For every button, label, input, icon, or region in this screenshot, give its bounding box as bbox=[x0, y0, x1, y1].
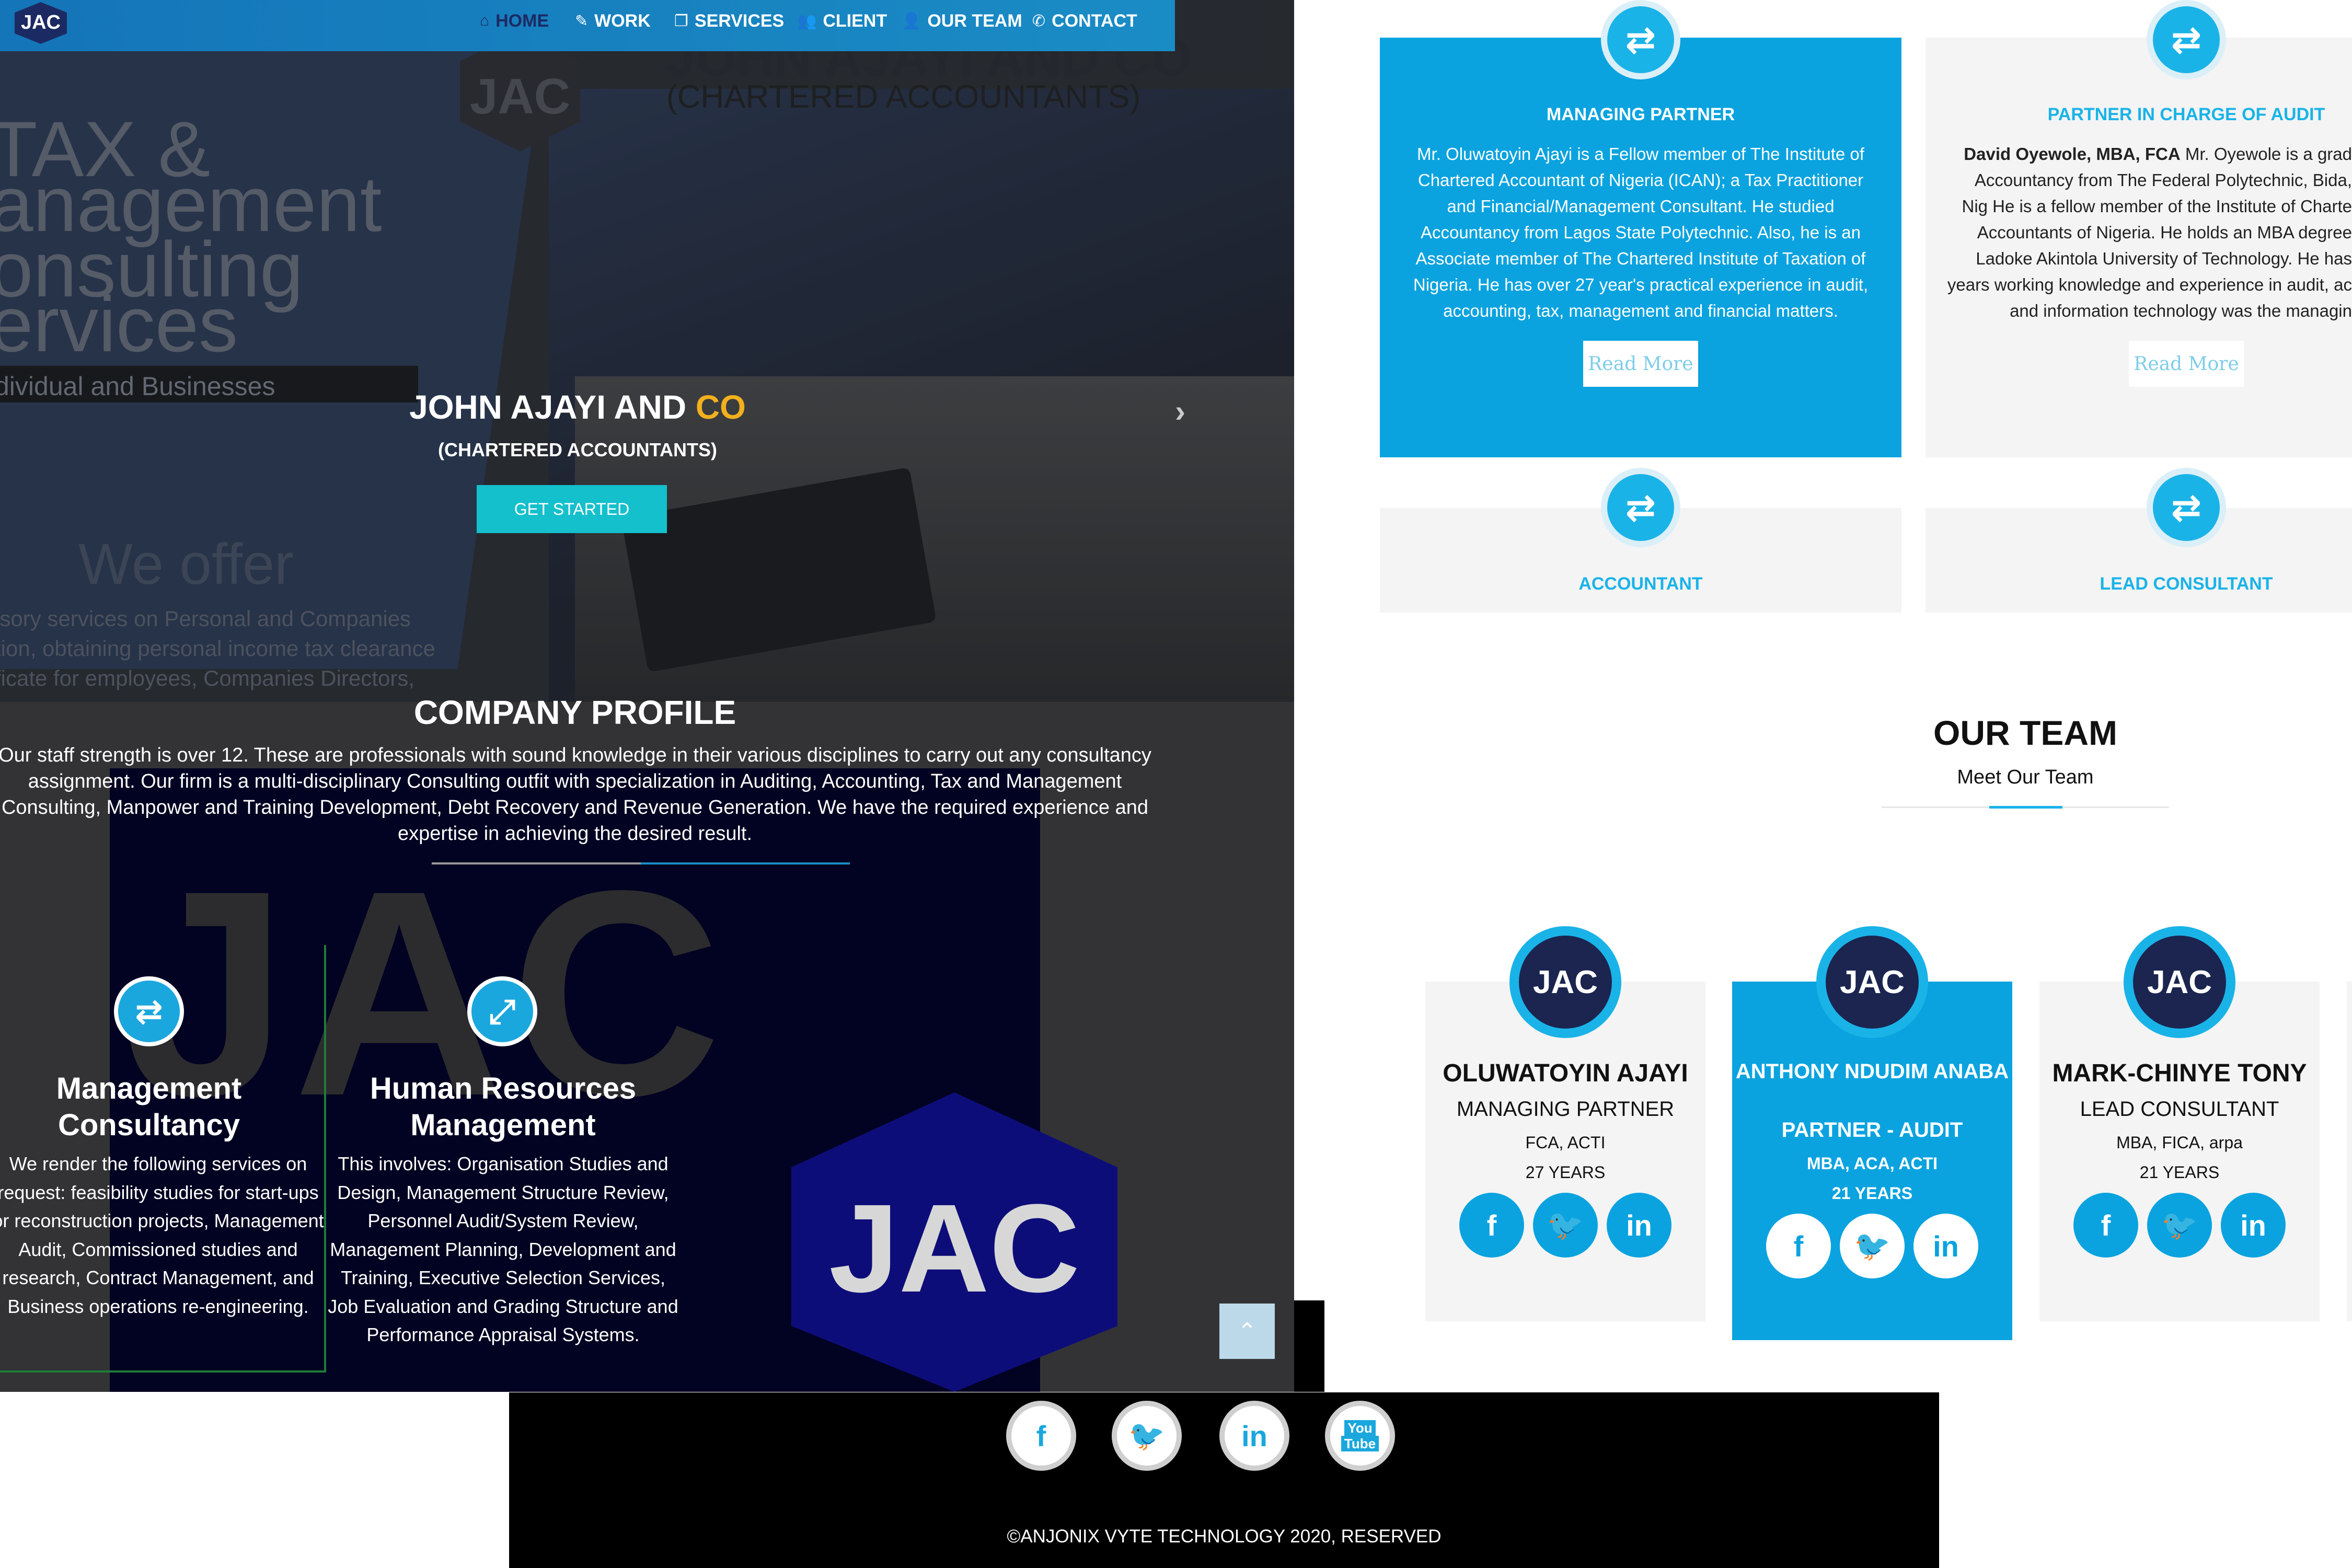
team-member-years: 27 YEARS bbox=[1525, 1163, 1606, 1182]
team-member-name: OLUWATOYIN AJAYI bbox=[1443, 1059, 1688, 1087]
scroll-top-backdrop bbox=[1294, 1300, 1324, 1392]
service-title: Management Consultancy bbox=[56, 1071, 242, 1142]
carousel-next-icon[interactable]: › bbox=[1175, 393, 1185, 429]
team-member-role: PARTNER - AUDIT bbox=[1781, 1119, 1963, 1142]
nav-work[interactable]: ✎ WORK bbox=[575, 5, 651, 37]
team-member-role: LEAD CONSULTANT bbox=[2080, 1098, 2279, 1121]
linkedin-icon[interactable]: in bbox=[1913, 1214, 1978, 1278]
home-icon: ⌂ bbox=[480, 12, 490, 29]
read-more-button[interactable]: Read More bbox=[1583, 341, 1698, 387]
partner-bio: Mr. Oyewole is a grad Accountancy from T… bbox=[1947, 144, 2352, 320]
partner-card-title: PARTNER IN CHARGE OF AUDIT bbox=[2047, 105, 2325, 124]
nav-home[interactable]: ⌂ HOME bbox=[480, 5, 549, 37]
twitter-icon[interactable]: 🐦 bbox=[1533, 1193, 1598, 1258]
nav-contact[interactable]: ✆ CONTACT bbox=[1032, 5, 1137, 37]
service-title: Human Resources Management bbox=[370, 1071, 637, 1142]
hero-title: JOHN AJAYI AND CO bbox=[392, 388, 763, 426]
team-card-partial bbox=[2347, 982, 2352, 1321]
user-icon: 👤 bbox=[902, 12, 921, 30]
facebook-icon[interactable]: f bbox=[1766, 1214, 1831, 1278]
partner-card-title: LEAD CONSULTANT bbox=[2100, 574, 2273, 594]
facebook-icon[interactable]: f bbox=[1459, 1193, 1524, 1258]
team-member-role: MANAGING PARTNER bbox=[1456, 1098, 1675, 1121]
hero-carousel: JAC JOHN AJAYI AND CO (CHARTERED ACCOUNT… bbox=[0, 0, 1294, 702]
avatar: JAC bbox=[2124, 926, 2235, 1038]
navbar: JAC ⌂ HOME ✎ WORK ❐ SERVICES 👥 CLIENT 👤 OUR T… bbox=[0, 0, 1175, 51]
twitter-icon[interactable]: 🐦 bbox=[2147, 1193, 2212, 1258]
nav-client[interactable]: 👥 CLIENT bbox=[797, 5, 887, 37]
linkedin-icon[interactable]: in bbox=[2221, 1193, 2286, 1258]
partner-card-body: Mr. Oluwatoyin Ajayi is a Fellow member … bbox=[1413, 144, 1869, 320]
copy-icon: ❐ bbox=[674, 12, 688, 30]
twitter-icon[interactable]: 🐦 bbox=[1840, 1214, 1905, 1278]
footer-twitter-icon[interactable]: 🐦 bbox=[1112, 1401, 1182, 1471]
team-member-quals: MBA, FICA, arpa bbox=[2116, 1133, 2243, 1152]
left-panel: JAC JOHN AJAYI AND CO (CHARTERED ACCOUNT… bbox=[0, 0, 1294, 1392]
footer-facebook-icon[interactable]: f bbox=[1006, 1401, 1076, 1471]
exchange-icon: ⇄ bbox=[114, 976, 184, 1046]
partner-card-title: ACCOUNTANT bbox=[1578, 574, 1703, 594]
nav-services[interactable]: ❐ SERVICES bbox=[674, 5, 784, 37]
exchange-icon: ⇄ bbox=[1601, 468, 1680, 547]
scroll-to-top-button[interactable]: ⌃ bbox=[1219, 1304, 1275, 1359]
partner-card-lead-consultant bbox=[1926, 508, 2352, 613]
exchange-icon: ⇄ bbox=[2147, 468, 2226, 547]
team-member-years: 21 YEARS bbox=[2139, 1163, 2220, 1182]
hero-title-accent: CO bbox=[695, 388, 746, 426]
team-divider-accent bbox=[1989, 806, 2062, 809]
expand-icon: ⤢ bbox=[467, 976, 537, 1046]
edit-icon: ✎ bbox=[575, 12, 589, 30]
nav-our-team[interactable]: 👤 OUR TEAM bbox=[902, 5, 1022, 37]
team-member-quals: FCA, ACTI bbox=[1525, 1133, 1606, 1152]
team-member-quals: MBA, ACA, ACTI bbox=[1806, 1154, 1938, 1173]
section-divider bbox=[432, 862, 850, 864]
service-divider bbox=[0, 1370, 326, 1373]
footer-youtube-icon[interactable]: You Tube bbox=[1325, 1401, 1395, 1471]
exchange-icon: ⇄ bbox=[1601, 0, 1680, 79]
read-more-button[interactable]: Read More bbox=[2129, 341, 2244, 387]
partner-card-title: MANAGING PARTNER bbox=[1546, 105, 1735, 124]
service-description: This involves: Organisation Studies and … bbox=[328, 1153, 678, 1345]
hero-subtitle: (CHARTERED ACCOUNTANTS) bbox=[438, 439, 717, 460]
hero-title-main: JOHN AJAYI AND bbox=[409, 388, 696, 426]
our-team-subtitle: Meet Our Team bbox=[1957, 766, 2094, 788]
partner-card-body: David Oyewole, MBA, FCA Mr. Oyewole is a… bbox=[1946, 141, 2352, 324]
avatar: JAC bbox=[1816, 926, 1928, 1038]
facebook-icon[interactable]: f bbox=[2073, 1193, 2138, 1258]
get-started-button[interactable]: GET STARTED bbox=[477, 485, 667, 533]
users-icon: 👥 bbox=[797, 12, 817, 30]
copyright-text: ©ANJONIX VYTE TECHNOLOGY 2020, RESERVED bbox=[1007, 1526, 1442, 1547]
team-member-years: 21 YEARS bbox=[1831, 1184, 1913, 1203]
linkedin-icon[interactable]: in bbox=[1607, 1193, 1671, 1258]
team-member-name: ANTHONY NDUDIM ANABA bbox=[1735, 1060, 2009, 1083]
team-member-name: MARK-CHINYE TONY bbox=[2052, 1059, 2307, 1087]
jac-logo-text: JAC bbox=[828, 1178, 1080, 1318]
exchange-icon: ⇄ bbox=[2147, 0, 2226, 79]
phone-icon: ✆ bbox=[1032, 12, 1046, 30]
service-description: We render the following services on requ… bbox=[0, 1153, 324, 1317]
hero-overlay bbox=[0, 0, 1294, 702]
partner-name: David Oyewole, MBA, FCA bbox=[1964, 144, 2181, 164]
company-profile-text: Our staff strength is over 12. These are… bbox=[0, 744, 1151, 845]
our-team-title: OUR TEAM bbox=[1933, 713, 2117, 752]
avatar: JAC bbox=[1509, 926, 1621, 1038]
footer-linkedin-icon[interactable]: in bbox=[1219, 1401, 1289, 1471]
brand-logo[interactable]: JAC bbox=[15, 2, 67, 44]
company-profile-title: COMPANY PROFILE bbox=[413, 694, 736, 731]
